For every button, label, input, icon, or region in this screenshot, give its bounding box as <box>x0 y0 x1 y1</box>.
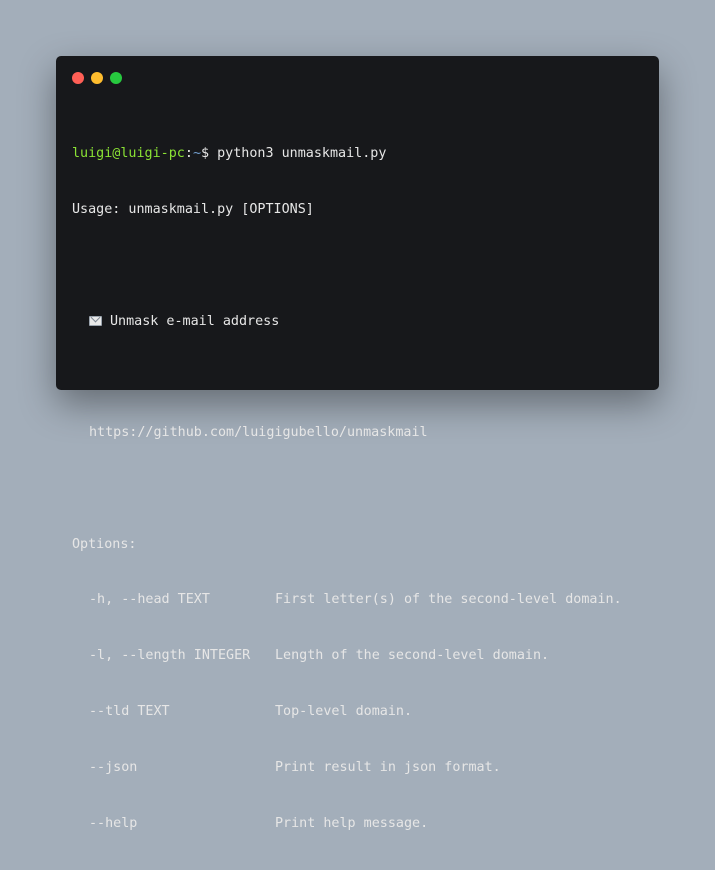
option-flag: --help <box>89 815 138 831</box>
option-flag: --json <box>89 759 138 775</box>
option-row: -h, --head TEXT First letter(s) of the se… <box>72 591 649 610</box>
terminal-output: luigi@luigi-pc:~$ python3 unmaskmail.py … <box>72 108 649 870</box>
option-help: Top-level domain. <box>275 704 413 719</box>
option-row: --json Print result in json format. <box>72 759 649 778</box>
option-flag: --tld TEXT <box>89 704 170 719</box>
option-flag: -h, --head TEXT <box>89 592 210 608</box>
option-help: First letter(s) of the second-level doma… <box>275 592 622 608</box>
option-row: -l, --length INTEGER Length of the second… <box>72 647 649 666</box>
prompt-path: ~ <box>192 146 201 162</box>
terminal-window: luigi@luigi-pc:~$ python3 unmaskmail.py … <box>56 56 659 831</box>
command-text: python3 unmaskmail.py <box>217 146 387 162</box>
url-line: https://github.com/luigigubello/unmaskma… <box>89 425 428 441</box>
prompt-user: luigi@luigi-pc <box>72 146 185 162</box>
option-row: --tld TEXT Top-level domain. <box>72 703 649 722</box>
prompt-line: luigi@luigi-pc:~$ python3 unmaskmail.py <box>72 146 387 162</box>
option-help: Print help message. <box>275 815 429 831</box>
usage-line: Usage: unmaskmail.py [OPTIONS] <box>72 201 314 217</box>
prompt-symbol: $ <box>201 146 210 162</box>
option-help: Print result in json format. <box>275 759 501 775</box>
maximize-button[interactable] <box>110 72 122 84</box>
minimize-button[interactable] <box>91 72 103 84</box>
description-text: Unmask e-mail address <box>110 313 280 329</box>
option-help: Length of the second-level domain. <box>275 648 550 664</box>
options-header: Options: <box>72 536 137 552</box>
close-button[interactable] <box>72 72 84 84</box>
option-flag: -l, --length INTEGER <box>89 648 251 664</box>
window-controls <box>72 72 122 84</box>
envelope-icon <box>89 315 102 326</box>
description-line: Unmask e-mail address <box>72 313 649 332</box>
option-row: --help Print help message. <box>72 815 649 834</box>
